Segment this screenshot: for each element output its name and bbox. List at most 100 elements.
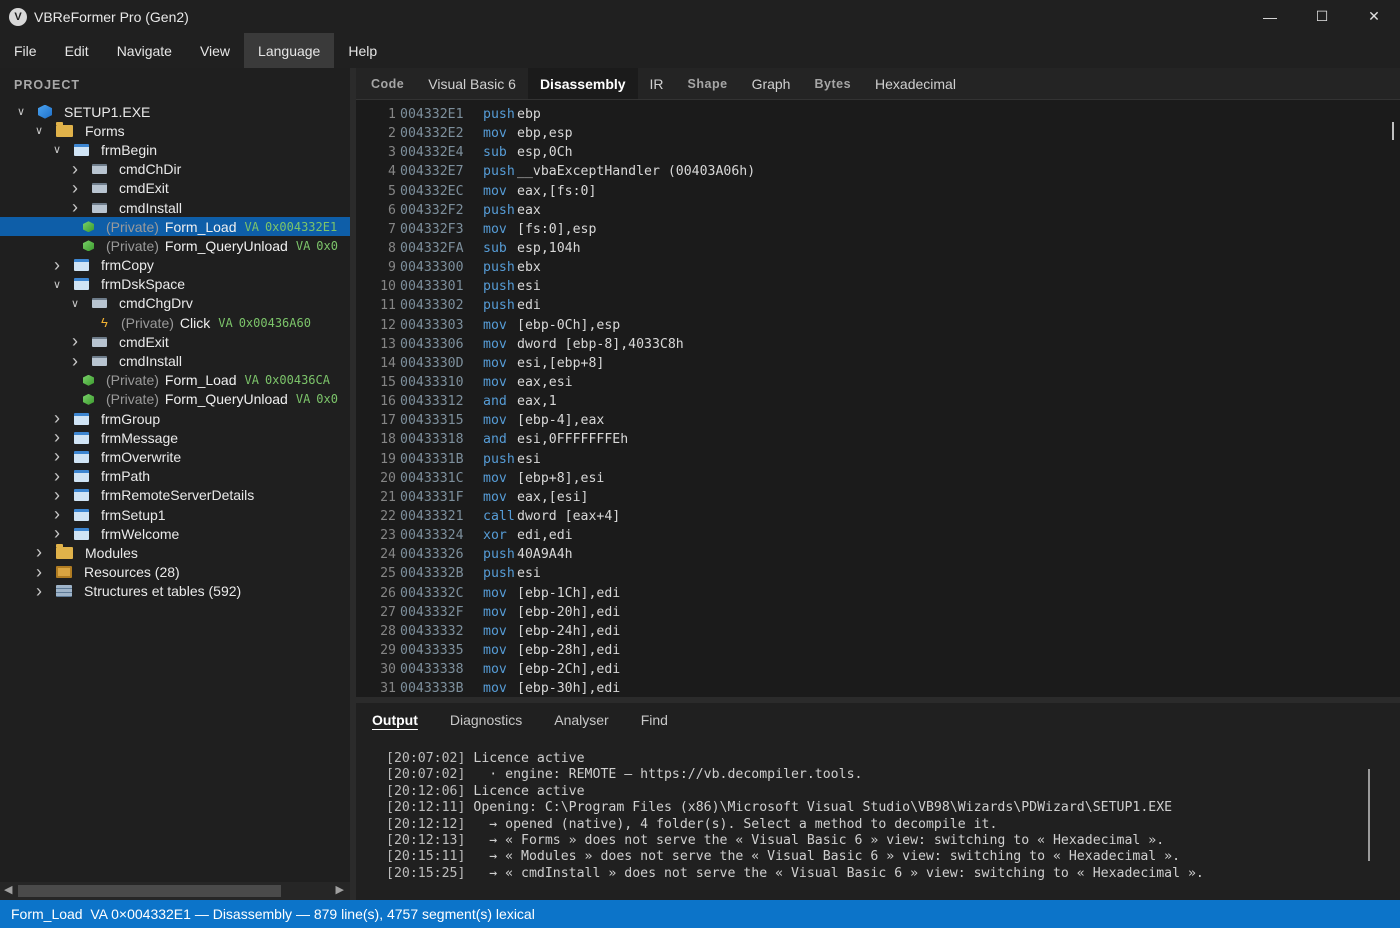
scrollbar-thumb[interactable]: [18, 885, 281, 897]
chevron-right-icon[interactable]: ›: [32, 542, 46, 563]
tree-item[interactable]: ϟ (Private) Click VA 0x00436A60: [0, 313, 350, 332]
tab-diagnostics[interactable]: Diagnostics: [434, 712, 538, 728]
code-line[interactable]: 8 004332FA sub esp,104h: [356, 239, 1400, 258]
tab-bytes[interactable]: Bytes: [802, 68, 863, 99]
tree-item[interactable]: (Private) Form_Load VA 0x00436CA: [0, 371, 350, 390]
menu-file[interactable]: File: [0, 33, 51, 68]
chevron-right-icon[interactable]: ›: [50, 408, 64, 429]
code-line[interactable]: 2 004332E2 mov ebp,esp: [356, 124, 1400, 143]
tree-item[interactable]: ∨ Forms: [0, 121, 350, 140]
tab-find[interactable]: Find: [625, 712, 684, 728]
chevron-down-icon[interactable]: ∨: [50, 278, 64, 291]
code-line[interactable]: 10 00433301 push esi: [356, 277, 1400, 296]
close-button[interactable]: ✕: [1348, 0, 1400, 33]
chevron-right-icon[interactable]: ›: [50, 466, 64, 487]
sidebar-horizontal-scrollbar[interactable]: ◀ ▶: [0, 882, 350, 900]
tab-graph[interactable]: Graph: [740, 68, 803, 99]
tree-item[interactable]: ∨ SETUP1.EXE: [0, 102, 350, 121]
tree-item[interactable]: › frmCopy: [0, 255, 350, 276]
code-line[interactable]: 21 0043331F mov eax,[esi]: [356, 488, 1400, 507]
tree-item[interactable]: ∨ frmBegin: [0, 140, 350, 159]
disassembly-view[interactable]: 1 004332E1 push ebp 2 004332E2 mov ebp,esp 3 0043…: [356, 100, 1400, 697]
tree-item[interactable]: › Resources (28): [0, 562, 350, 583]
code-line[interactable]: 3 004332E4 sub esp,0Ch: [356, 143, 1400, 162]
tab-visual-basic-6[interactable]: Visual Basic 6: [416, 68, 528, 99]
chevron-down-icon[interactable]: ∨: [68, 297, 82, 310]
tree-item[interactable]: › cmdExit: [0, 331, 350, 352]
code-line[interactable]: 5 004332EC mov eax,[fs:0]: [356, 182, 1400, 201]
scroll-right-icon[interactable]: ▶: [336, 883, 344, 896]
menu-view[interactable]: View: [186, 33, 244, 68]
chevron-right-icon[interactable]: ›: [50, 427, 64, 448]
chevron-right-icon[interactable]: ›: [50, 523, 64, 544]
tree-item[interactable]: (Private) Form_QueryUnload VA 0x0: [0, 236, 350, 255]
menu-help[interactable]: Help: [334, 33, 391, 68]
tree-item[interactable]: › frmSetup1: [0, 504, 350, 525]
chevron-right-icon[interactable]: ›: [50, 504, 64, 525]
tab-output[interactable]: Output: [356, 712, 434, 728]
code-line[interactable]: 11 00433302 push edi: [356, 296, 1400, 315]
chevron-right-icon[interactable]: ›: [32, 562, 46, 583]
code-line[interactable]: 15 00433310 mov eax,esi: [356, 373, 1400, 392]
code-line[interactable]: 24 00433326 push 40A9A4h: [356, 545, 1400, 564]
tree-item[interactable]: › cmdChDir: [0, 159, 350, 179]
chevron-right-icon[interactable]: ›: [68, 197, 82, 218]
code-line[interactable]: 25 0043332B push esi: [356, 564, 1400, 583]
tree-item[interactable]: (Private) Form_Load VA 0x004332E1: [0, 217, 350, 237]
tree-item[interactable]: ∨ cmdChgDrv: [0, 294, 350, 313]
chevron-right-icon[interactable]: ›: [68, 351, 82, 372]
chevron-right-icon[interactable]: ›: [68, 178, 82, 199]
code-line[interactable]: 30 00433338 mov [ebp-2Ch],edi: [356, 660, 1400, 679]
code-line[interactable]: 22 00433321 call dword [eax+4]: [356, 507, 1400, 526]
tree-item[interactable]: › cmdInstall: [0, 197, 350, 218]
code-line[interactable]: 1 004332E1 push ebp: [356, 105, 1400, 124]
chevron-right-icon[interactable]: ›: [50, 446, 64, 467]
chevron-down-icon[interactable]: ∨: [32, 124, 46, 137]
code-line[interactable]: 23 00433324 xor edi,edi: [356, 526, 1400, 545]
tab-ir[interactable]: IR: [638, 68, 676, 99]
tab-analyser[interactable]: Analyser: [538, 712, 624, 728]
code-line[interactable]: 27 0043332F mov [ebp-20h],edi: [356, 603, 1400, 622]
code-scrollbar-thumb[interactable]: [1392, 122, 1394, 140]
chevron-right-icon[interactable]: ›: [50, 255, 64, 276]
code-line[interactable]: 9 00433300 push ebx: [356, 258, 1400, 277]
menu-navigate[interactable]: Navigate: [103, 33, 186, 68]
tree-item[interactable]: › cmdInstall: [0, 351, 350, 372]
tree-item[interactable]: › frmGroup: [0, 408, 350, 429]
chevron-right-icon[interactable]: ›: [50, 485, 64, 506]
code-line[interactable]: 28 00433332 mov [ebp-24h],edi: [356, 622, 1400, 641]
code-line[interactable]: 31 0043333B mov [ebp-30h],edi: [356, 679, 1400, 697]
output-scrollbar-thumb[interactable]: [1368, 769, 1370, 861]
code-line[interactable]: 16 00433312 and eax,1: [356, 392, 1400, 411]
maximize-button[interactable]: ☐: [1296, 0, 1348, 33]
tab-hexadecimal[interactable]: Hexadecimal: [863, 68, 968, 99]
tab-disassembly[interactable]: Disassembly: [527, 68, 638, 99]
code-line[interactable]: 6 004332F2 push eax: [356, 201, 1400, 220]
tree-item[interactable]: › frmWelcome: [0, 523, 350, 544]
menu-language[interactable]: Language: [244, 33, 335, 68]
minimize-button[interactable]: —: [1244, 0, 1296, 33]
code-line[interactable]: 26 0043332C mov [ebp-1Ch],edi: [356, 584, 1400, 603]
tree-item[interactable]: ∨ frmDskSpace: [0, 275, 350, 294]
tab-code[interactable]: Code: [356, 68, 416, 99]
chevron-down-icon[interactable]: ∨: [14, 105, 28, 118]
code-line[interactable]: 14 0043330D mov esi,[ebp+8]: [356, 354, 1400, 373]
menu-edit[interactable]: Edit: [51, 33, 103, 68]
code-line[interactable]: 12 00433303 mov [ebp-0Ch],esp: [356, 316, 1400, 335]
chevron-right-icon[interactable]: ›: [32, 581, 46, 602]
code-line[interactable]: 19 0043331B push esi: [356, 450, 1400, 469]
code-line[interactable]: 18 00433318 and esi,0FFFFFFFEh: [356, 430, 1400, 449]
chevron-right-icon[interactable]: ›: [68, 331, 82, 352]
code-line[interactable]: 29 00433335 mov [ebp-28h],edi: [356, 641, 1400, 660]
code-line[interactable]: 13 00433306 mov dword [ebp-8],4033C8h: [356, 335, 1400, 354]
chevron-down-icon[interactable]: ∨: [50, 143, 64, 156]
code-line[interactable]: 20 0043331C mov [ebp+8],esi: [356, 469, 1400, 488]
tree-item[interactable]: › cmdExit: [0, 178, 350, 199]
tree-item[interactable]: › frmOverwrite: [0, 446, 350, 467]
tree-item[interactable]: › frmPath: [0, 466, 350, 487]
code-line[interactable]: 17 00433315 mov [ebp-4],eax: [356, 411, 1400, 430]
tree-item[interactable]: (Private) Form_QueryUnload VA 0x0: [0, 390, 350, 409]
tree-item[interactable]: › frmRemoteServerDetails: [0, 485, 350, 506]
tab-shape[interactable]: Shape: [676, 68, 740, 99]
code-line[interactable]: 4 004332E7 push __vbaExceptHandler (00403A0…: [356, 162, 1400, 181]
